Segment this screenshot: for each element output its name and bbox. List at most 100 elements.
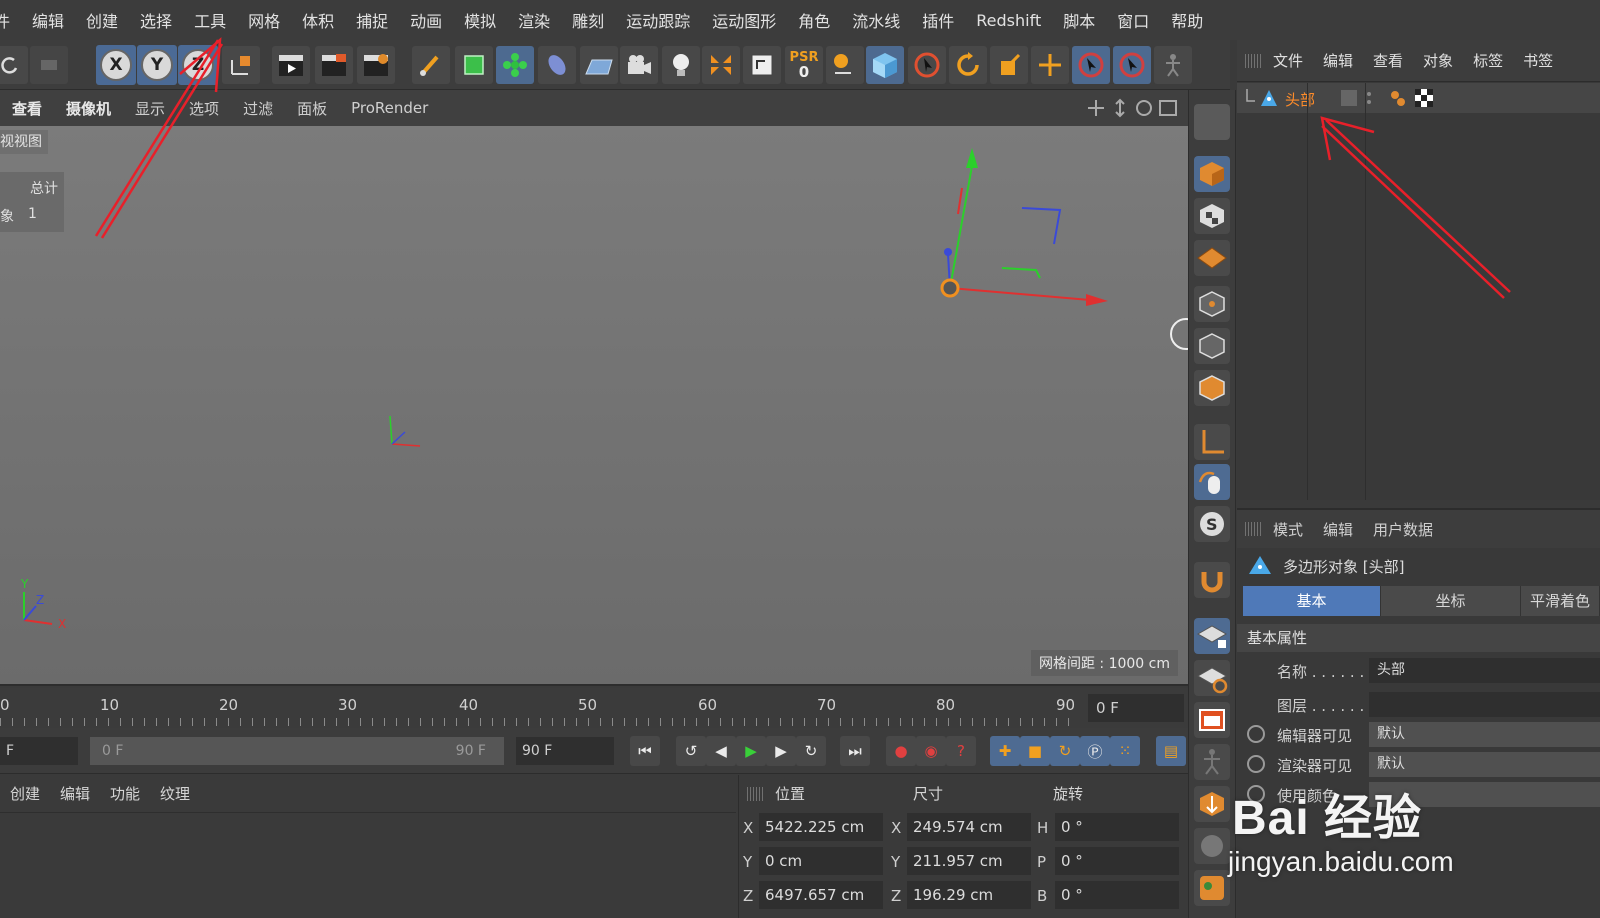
go-to-start-button[interactable]: ⏮	[630, 736, 660, 766]
menu-help[interactable]: 帮助	[1160, 8, 1214, 32]
model-mode-button[interactable]	[866, 46, 904, 84]
size-y-field[interactable]: 211.957 cm	[907, 847, 1031, 875]
rotate-tool-button[interactable]	[949, 46, 987, 84]
material-menu-create[interactable]: 创建	[0, 783, 50, 804]
menu-script[interactable]: 脚本	[1052, 8, 1106, 32]
menu-animate[interactable]: 动画	[399, 8, 453, 32]
viewport-menu-filter[interactable]: 过滤	[231, 98, 285, 119]
auto-key-button[interactable]: ◉	[916, 736, 946, 766]
character-side-button[interactable]	[1194, 744, 1230, 780]
menu-character[interactable]: 角色	[787, 8, 841, 32]
end-frame-field[interactable]: 90 F	[516, 737, 614, 765]
material-menu-function[interactable]: 功能	[100, 783, 150, 804]
model-mode-side-button[interactable]	[1194, 156, 1230, 192]
object-tags-icons[interactable]	[1387, 87, 1435, 109]
go-to-end-button[interactable]: ⏭	[840, 736, 870, 766]
light-button[interactable]	[662, 46, 700, 84]
key-position-button[interactable]: ✚	[990, 736, 1020, 766]
x-axis-lock-button[interactable]: X	[96, 45, 136, 85]
deformer-button[interactable]	[538, 46, 576, 84]
render-visible-radio[interactable]	[1247, 755, 1265, 773]
y-axis-lock-button[interactable]: Y	[137, 45, 177, 85]
record-keys-button[interactable]: ●	[886, 736, 916, 766]
scale-tool-button[interactable]	[990, 46, 1028, 84]
live-selection-button[interactable]	[908, 46, 946, 84]
frame-range-slider[interactable]: 0 F 90 F	[90, 737, 504, 765]
enable-snap-button[interactable]	[1194, 562, 1230, 598]
object-menu-edit[interactable]: 编辑	[1313, 50, 1363, 71]
menu-edit[interactable]: 编辑	[21, 8, 75, 32]
menu-create[interactable]: 创建	[75, 8, 129, 32]
viewport-solo-button[interactable]	[1194, 702, 1230, 738]
menu-render[interactable]: 渲染	[507, 8, 561, 32]
move-tool-button[interactable]	[1031, 46, 1069, 84]
position-z-field[interactable]: 6497.657 cm	[759, 881, 883, 909]
object-menu-file[interactable]: 文件	[1263, 50, 1313, 71]
object-name-head[interactable]: 头部	[1285, 89, 1315, 110]
next-frame-button[interactable]: ▶	[766, 736, 796, 766]
menu-window[interactable]: 窗口	[1106, 8, 1160, 32]
object-menu-view[interactable]: 查看	[1363, 50, 1413, 71]
key-selection-button[interactable]: ?	[946, 736, 976, 766]
render-settings-button[interactable]	[357, 46, 395, 84]
tab-phong[interactable]: 平滑着色	[1521, 586, 1600, 616]
subdivision-button[interactable]	[455, 46, 493, 84]
make-editable-button[interactable]	[1194, 104, 1230, 140]
menu-snap[interactable]: 捕捉	[345, 8, 399, 32]
start-frame-field[interactable]: F	[0, 737, 78, 765]
axis-mode-button[interactable]	[1194, 424, 1230, 460]
menu-simulate[interactable]: 模拟	[453, 8, 507, 32]
disabled-tool-button[interactable]	[1194, 828, 1230, 864]
menu-mograph[interactable]: 运动图形	[701, 8, 787, 32]
workplane-lock-button[interactable]	[1194, 618, 1230, 654]
render-view-button[interactable]	[272, 46, 310, 84]
perspective-viewport[interactable]: 视视图 总计 象 1 Y Z X 网格间距: 1000 cm	[0, 126, 1188, 686]
viewport-menu-view[interactable]: 查看	[0, 98, 54, 119]
key-parameter-button[interactable]: Ⓟ	[1080, 736, 1110, 766]
coord-panel-grip-icon[interactable]	[747, 787, 765, 801]
position-y-field[interactable]: 0 cm	[759, 847, 883, 875]
menu-file[interactable]: 件	[0, 8, 21, 32]
render-picture-viewer-button[interactable]	[315, 46, 353, 84]
viewport-menu-camera[interactable]: 摄像机	[54, 98, 123, 119]
timeline-ruler[interactable]: 0 10 20 30 40 50 60 70 80 90 0 F	[0, 688, 1188, 728]
rotation-p-field[interactable]: 0 °	[1055, 847, 1179, 875]
visibility-toggle-icon[interactable]	[1341, 89, 1377, 107]
menu-tools[interactable]: 工具	[183, 8, 237, 32]
menu-redshift[interactable]: Redshift	[965, 11, 1052, 30]
next-key-button[interactable]: ↻	[796, 736, 826, 766]
coordinate-system-button[interactable]	[222, 46, 260, 84]
select-tool-button[interactable]	[1072, 46, 1110, 84]
solo-button[interactable]: S	[1194, 506, 1230, 542]
object-menu-object[interactable]: 对象	[1413, 50, 1463, 71]
property-name-input[interactable]: 头部	[1369, 658, 1600, 683]
cloner-button[interactable]	[496, 46, 534, 84]
object-menu-bookmarks[interactable]: 书签	[1513, 50, 1563, 71]
menu-plugins[interactable]: 插件	[911, 8, 965, 32]
point-mode-button[interactable]	[1194, 286, 1230, 322]
texture-mode-button[interactable]	[1194, 198, 1230, 234]
size-z-field[interactable]: 196.29 cm	[907, 881, 1031, 909]
bake-object-button[interactable]	[1194, 786, 1230, 822]
size-x-field[interactable]: 249.574 cm	[907, 813, 1031, 841]
position-x-field[interactable]: 5422.225 cm	[759, 813, 883, 841]
property-layer-input[interactable]	[1369, 692, 1600, 717]
floor-button[interactable]	[580, 46, 618, 84]
panel-grip-icon[interactable]	[1245, 53, 1263, 68]
redo-button[interactable]	[30, 46, 68, 84]
snap-button[interactable]	[826, 46, 864, 84]
rotation-h-field[interactable]: 0 °	[1055, 813, 1179, 841]
pen-tool-button[interactable]	[412, 46, 450, 84]
effector-button[interactable]	[702, 46, 740, 84]
planar-workplane-button[interactable]	[1194, 660, 1230, 696]
viewport-menu-display[interactable]: 显示	[123, 98, 177, 119]
render-visible-dropdown[interactable]: 默认	[1369, 752, 1600, 777]
prev-key-button[interactable]: ↺	[676, 736, 706, 766]
tweak-mode-button[interactable]	[1194, 464, 1230, 500]
prev-frame-button[interactable]: ◀	[706, 736, 736, 766]
timeline-window-button[interactable]: ▤	[1156, 736, 1186, 766]
menu-motion-tracking[interactable]: 运动跟踪	[615, 8, 701, 32]
attr-panel-grip-icon[interactable]	[1245, 522, 1263, 536]
attr-menu-mode[interactable]: 模式	[1263, 519, 1313, 540]
viewport-menu-options[interactable]: 选项	[177, 98, 231, 119]
